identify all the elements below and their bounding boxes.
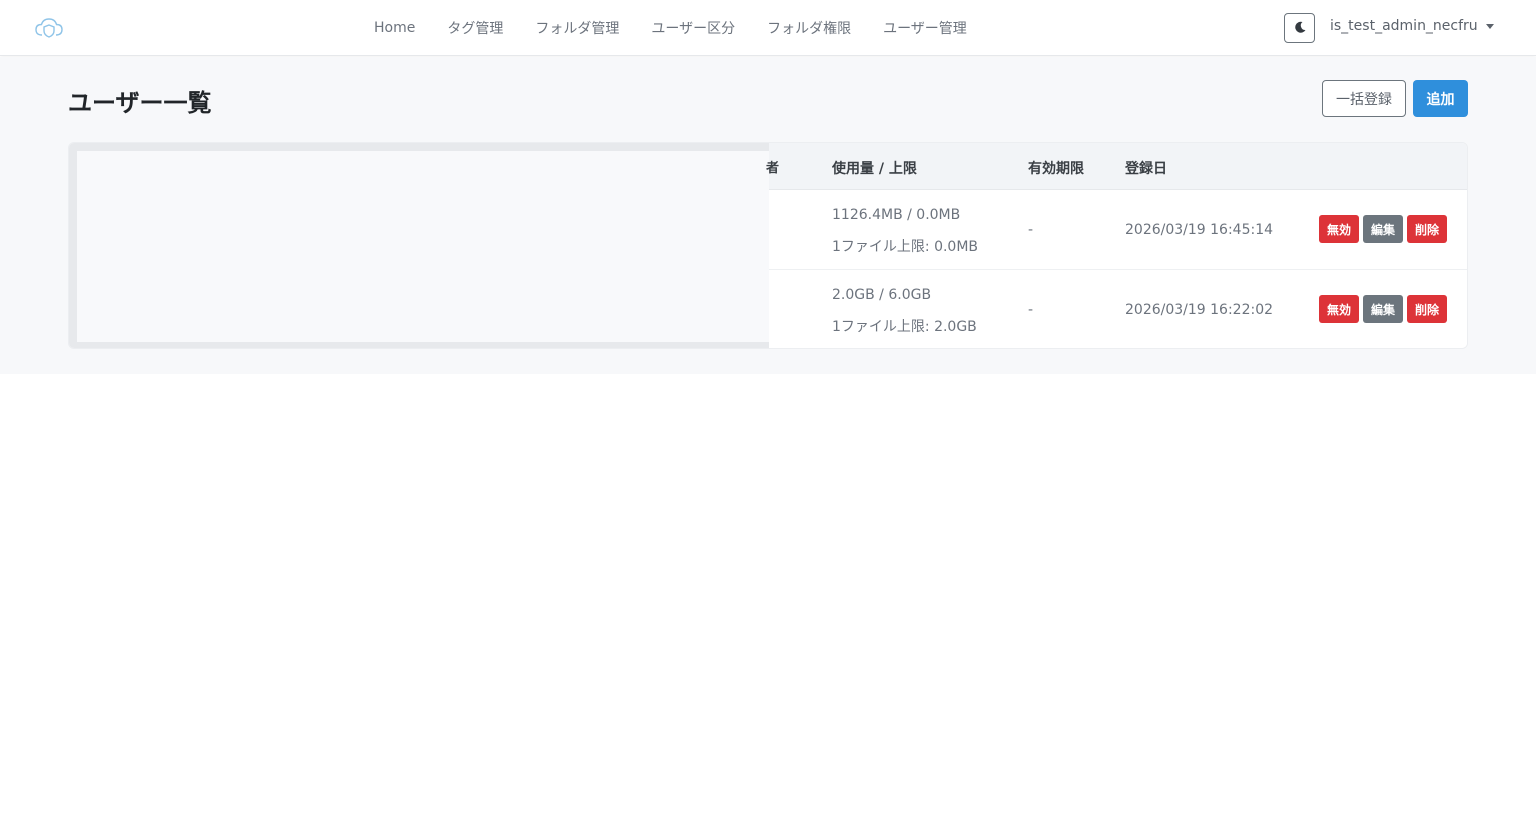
- overlay-panel: [77, 151, 769, 342]
- row-actions: 無効 編集 削除: [1319, 295, 1451, 323]
- edit-button[interactable]: 編集: [1363, 215, 1404, 243]
- loading-overlay: [69, 143, 769, 348]
- main-content: ユーザー一覧 一括登録 追加 使用量 / 上限 有効期限 登録日 者 1126.…: [0, 57, 1536, 374]
- nav-folder-management[interactable]: フォルダ管理: [519, 18, 635, 38]
- header-expiry: 有効期限: [1028, 161, 1084, 177]
- cloud-shield-icon[interactable]: [34, 15, 64, 41]
- user-table-card: 使用量 / 上限 有効期限 登録日 者 1126.4MB / 0.0MB 1ファ…: [68, 142, 1468, 349]
- table-row: 1126.4MB / 0.0MB 1ファイル上限: 0.0MB - 2026/0…: [769, 190, 1467, 270]
- nav-user-management[interactable]: ユーザー管理: [867, 18, 983, 38]
- edit-button[interactable]: 編集: [1363, 295, 1404, 323]
- main-nav: Home タグ管理 フォルダ管理 ユーザー区分 フォルダ権限 ユーザー管理: [358, 0, 983, 56]
- expiry-value: -: [1028, 302, 1034, 318]
- disable-button[interactable]: 無効: [1319, 295, 1360, 323]
- registered-date: 2026/03/19 16:22:02: [1125, 302, 1274, 318]
- header-fragment: 者: [766, 161, 780, 176]
- page-title: ユーザー一覧: [68, 89, 212, 117]
- table-row: 2.0GB / 6.0GB 1ファイル上限: 2.0GB - 2026/03/1…: [769, 270, 1467, 348]
- row-actions: 無効 編集 削除: [1319, 215, 1451, 243]
- add-button[interactable]: 追加: [1413, 80, 1468, 117]
- bulk-register-button[interactable]: 一括登録: [1322, 80, 1406, 117]
- nav-home[interactable]: Home: [358, 20, 431, 36]
- expiry-value: -: [1028, 222, 1034, 238]
- nav-tag-management[interactable]: タグ管理: [431, 18, 519, 38]
- header-registered: 登録日: [1125, 161, 1167, 177]
- header-usage-limit: 使用量 / 上限: [832, 161, 917, 177]
- moon-icon: [1293, 19, 1307, 38]
- usage-value: 1126.4MB / 0.0MB: [832, 207, 961, 223]
- user-dropdown[interactable]: is_test_admin_necfru: [1330, 18, 1494, 34]
- file-limit-value: 1ファイル上限: 0.0MB: [832, 239, 979, 255]
- delete-button[interactable]: 削除: [1407, 215, 1448, 243]
- nav-folder-permission[interactable]: フォルダ権限: [751, 18, 867, 38]
- username-label: is_test_admin_necfru: [1330, 18, 1478, 34]
- top-navbar: Home タグ管理 フォルダ管理 ユーザー区分 フォルダ権限 ユーザー管理 is…: [0, 0, 1536, 56]
- disable-button[interactable]: 無効: [1319, 215, 1360, 243]
- usage-value: 2.0GB / 6.0GB: [832, 287, 932, 303]
- registered-date: 2026/03/19 16:45:14: [1125, 222, 1274, 238]
- theme-toggle-button[interactable]: [1284, 13, 1315, 43]
- table-header: 使用量 / 上限 有効期限 登録日: [769, 143, 1467, 190]
- caret-down-icon: [1485, 23, 1494, 29]
- delete-button[interactable]: 削除: [1407, 295, 1448, 323]
- file-limit-value: 1ファイル上限: 2.0GB: [832, 319, 977, 335]
- nav-user-category[interactable]: ユーザー区分: [635, 18, 751, 38]
